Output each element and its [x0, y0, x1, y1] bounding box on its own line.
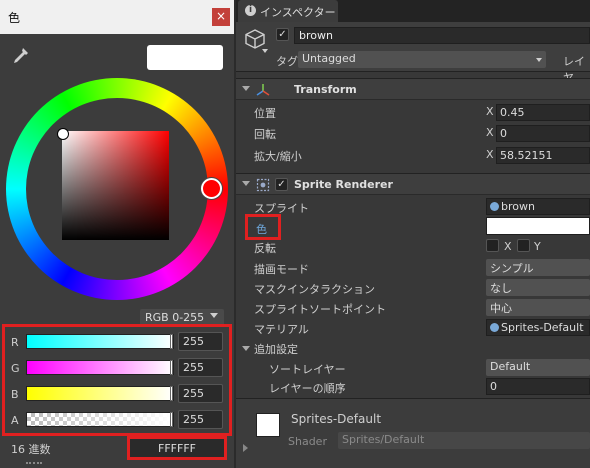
active-checkbox[interactable]: ✓ — [276, 28, 289, 41]
flip-y-checkbox[interactable] — [517, 239, 530, 252]
order-in-layer-field[interactable]: 0 — [486, 378, 590, 395]
chevron-down-icon — [536, 58, 542, 62]
scale-x-field[interactable]: 58.52151 — [496, 147, 590, 164]
tab-strip: i インスペクター — [236, 0, 590, 22]
sprite-renderer-icon — [256, 178, 270, 192]
color-label-highlight-box: 色 — [245, 214, 281, 240]
cube-icon[interactable] — [244, 28, 266, 50]
color-picker-window: 色 × RGB 0-255 R 255 G 255 B 255 A 255 16… — [0, 0, 234, 468]
flip-x-checkbox[interactable] — [486, 239, 499, 252]
saturation-value-square[interactable] — [62, 131, 169, 240]
shader-dropdown[interactable]: Sprites/Default — [338, 432, 590, 449]
close-button[interactable]: × — [212, 8, 230, 26]
mask-interaction-label: マスクインタラクション — [254, 283, 375, 296]
sort-point-label: スプライトソートポイント — [254, 303, 386, 316]
fold-arrow-icon[interactable] — [242, 86, 250, 91]
info-icon: i — [245, 5, 256, 16]
color-label: 色 — [256, 223, 267, 236]
sprite-renderer-enabled-checkbox[interactable]: ✓ — [275, 178, 288, 191]
hex-label: 16 進数 — [11, 443, 51, 456]
chevron-down-icon[interactable] — [262, 49, 268, 53]
fold-arrow-icon[interactable] — [243, 444, 248, 452]
transform-title: Transform — [294, 83, 357, 96]
chevron-down-icon — [210, 313, 218, 318]
hue-handle[interactable] — [201, 178, 222, 199]
tag-label: タグ — [276, 55, 298, 68]
fold-arrow-icon[interactable] — [242, 181, 250, 186]
tag-dropdown[interactable]: Untagged — [298, 51, 546, 68]
rotation-x-axis-label: X — [486, 126, 494, 139]
additional-settings-label[interactable]: 追加設定 — [254, 341, 298, 357]
draw-mode-label: 描画モード — [254, 263, 309, 276]
sprite-icon — [490, 202, 499, 211]
color-swatch-field[interactable] — [486, 217, 590, 235]
draw-mode-dropdown[interactable]: シンプル — [486, 259, 590, 276]
scale-label: 拡大/縮小 — [254, 150, 302, 163]
rotation-x-field[interactable]: 0 — [496, 125, 590, 142]
object-name-input[interactable]: brown — [294, 27, 590, 44]
presets-icon — [26, 462, 42, 464]
material-field-value: Sprites-Default — [501, 321, 584, 334]
flip-label: 反転 — [254, 242, 276, 255]
material-name: Sprites-Default — [291, 412, 382, 426]
inspector-panel: i インスペクター ✓ brown タグ Untagged レイヤ Transf… — [236, 0, 590, 468]
material-thumbnail — [256, 413, 280, 437]
sorting-layer-label: ソートレイヤー — [269, 363, 346, 376]
transform-axes-icon — [256, 84, 270, 96]
sprite-field-value: brown — [501, 200, 535, 213]
eyedropper-icon[interactable] — [10, 46, 30, 66]
mask-interaction-dropdown[interactable]: なし — [486, 279, 590, 296]
sprite-field[interactable]: brown — [486, 198, 590, 215]
material-label: マテリアル — [254, 323, 309, 336]
flip-y-label: Y — [534, 240, 541, 253]
color-preview-swatch — [147, 45, 223, 70]
transform-header[interactable]: Transform — [236, 78, 590, 100]
position-x-field[interactable]: 0.45 — [496, 104, 590, 121]
sprite-renderer-header[interactable]: ✓ Sprite Renderer — [236, 173, 590, 195]
tab-inspector[interactable]: i インスペクター — [238, 0, 338, 22]
gameobject-header: ✓ brown タグ Untagged レイヤ — [236, 22, 590, 84]
rotation-label: 回転 — [254, 128, 276, 141]
flip-x-label: X — [504, 240, 512, 253]
tab-inspector-label: インスペクター — [260, 6, 336, 19]
picker-title: 色 — [8, 11, 21, 25]
position-x-axis-label: X — [486, 105, 494, 118]
picker-titlebar: 色 × — [0, 0, 234, 34]
material-panel: Sprites-Default Shader Sprites/Default — [236, 398, 590, 468]
saturation-value-handle[interactable] — [57, 128, 69, 140]
hex-input[interactable]: FFFFFF — [127, 436, 227, 460]
additional-settings-fold-icon[interactable] — [242, 346, 250, 351]
position-label: 位置 — [254, 107, 276, 120]
sorting-layer-dropdown[interactable]: Default — [486, 359, 590, 376]
material-field[interactable]: Sprites-Default — [486, 319, 590, 336]
sort-point-dropdown[interactable]: 中心 — [486, 299, 590, 316]
sprite-renderer-title: Sprite Renderer — [294, 178, 393, 191]
color-mode-label: RGB 0-255 — [145, 311, 205, 324]
shader-label: Shader — [288, 435, 327, 448]
material-icon — [490, 323, 499, 332]
scale-x-axis-label: X — [486, 148, 494, 161]
order-in-layer-label: レイヤーの順序 — [269, 382, 346, 395]
rgba-highlight-box — [2, 324, 232, 436]
